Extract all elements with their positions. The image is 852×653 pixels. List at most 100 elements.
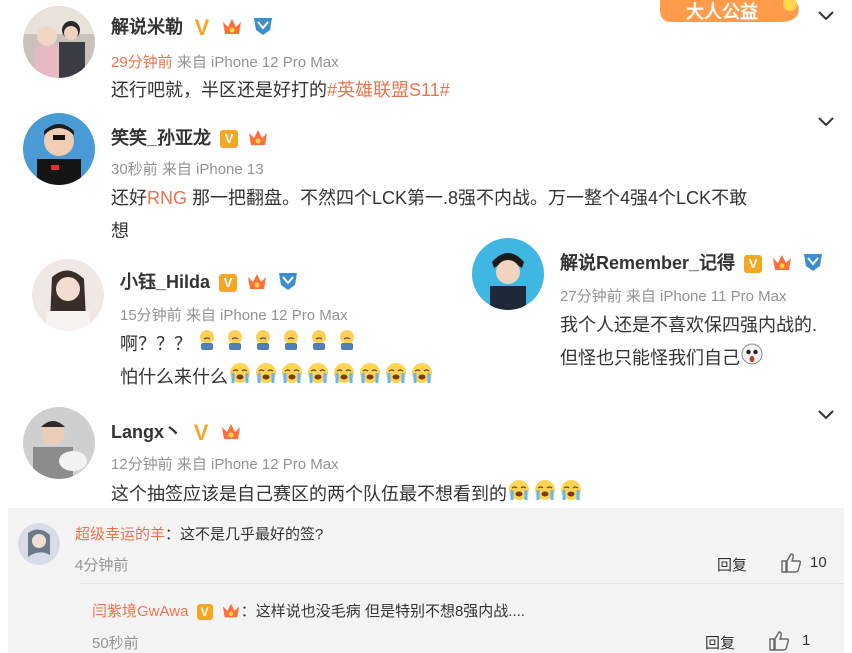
chevron-down-icon[interactable] [816, 405, 836, 425]
like-count: 10 [810, 554, 827, 571]
reply-author-link[interactable]: 超级幸运的羊 [75, 526, 165, 543]
avatar-image [23, 407, 95, 479]
team-highlight: RNG [147, 188, 187, 208]
crying-emoji-icon [228, 361, 252, 395]
comment-time: 29分钟前 [111, 54, 173, 71]
comment-author[interactable]: Langx丶 V [111, 418, 242, 446]
avatar[interactable] [23, 6, 95, 78]
reply-text: 这样说也没毛病 但是特别不想8强内战.... [255, 603, 525, 620]
reply-time: 50秒前 [92, 635, 139, 652]
crown-icon [771, 252, 793, 277]
avatar[interactable] [32, 259, 104, 331]
sad-emoji-icon [281, 329, 307, 361]
avatar[interactable] [23, 407, 95, 479]
chevron-down-icon[interactable] [816, 6, 836, 26]
crown-icon [220, 421, 242, 446]
crown-icon [221, 16, 243, 41]
reply-separator: ： [240, 603, 256, 620]
comment-source: 来自 iPhone 12 Pro Max [176, 54, 339, 71]
comment-text: 啊？？？ [120, 328, 365, 361]
sad-emoji-icon [225, 329, 251, 361]
v-icon: V [194, 15, 210, 41]
v-icon: V [196, 604, 213, 621]
comment-author[interactable]: 笑笑_孙亚龙 V [111, 124, 269, 152]
comment-meta: 29分钟前 来自 iPhone 12 Pro Max [111, 51, 339, 72]
comment-text: 还行吧就，半区还是好打的#英雄联盟S11# [111, 74, 450, 106]
reply-author-link[interactable]: 闫紫境GwAwa [92, 603, 188, 620]
topic-tag-link[interactable]: #英雄联盟S11# [327, 80, 450, 100]
avatar-image [32, 259, 104, 331]
avatar-image [23, 6, 95, 78]
comment-source: 来自 iPhone 12 Pro Max [185, 307, 348, 324]
crying-emoji-icon [384, 361, 408, 395]
comment-text: 怕什么来什么 [120, 361, 436, 395]
comment-time: 30秒前 [111, 161, 158, 178]
avatar-image [23, 113, 95, 185]
author-name: 笑笑_孙亚龙 [111, 128, 212, 148]
avatar-image [472, 238, 544, 310]
comment-meta: 15分钟前 来自 iPhone 12 Pro Max [120, 304, 348, 325]
v-icon: V [193, 420, 209, 446]
thumbs-up-icon[interactable] [780, 552, 802, 574]
sad-emoji-icon [197, 329, 223, 361]
crown-icon [247, 127, 269, 152]
reply-button[interactable]: 回复 [705, 632, 735, 653]
shocked-emoji-icon [740, 342, 764, 376]
reply-button[interactable]: 回复 [717, 554, 747, 575]
author-name: 解说Remember_记得 [560, 253, 736, 273]
comment-source: 来自 iPhone 11 Pro Max [625, 288, 787, 305]
lol-icon [252, 16, 274, 41]
comment-text-line2: 怕什么来什么 [120, 367, 228, 387]
comment-time: 15分钟前 [120, 307, 182, 324]
crown-icon [246, 271, 268, 296]
comment-text-line1: 我个人还是不喜欢保四强内战的. [560, 315, 817, 335]
author-name: Langx丶 [111, 422, 183, 442]
avatar[interactable] [18, 523, 60, 565]
comment-text-line1: 啊？？？ [120, 334, 192, 354]
lol-icon [802, 252, 824, 277]
chevron-down-icon[interactable] [816, 112, 836, 132]
like-count: 1 [802, 632, 811, 649]
comment-text: 还好RNG 那一把翻盘。不然四个LCK第一.8强不内战。万一整个4强4个LCK不… [111, 182, 747, 214]
avatar-image [18, 523, 60, 565]
crown-icon [221, 601, 241, 623]
v-icon: V [219, 274, 238, 293]
comment-author[interactable]: 解说米勒 V [111, 13, 274, 41]
comment-meta: 30秒前 来自 iPhone 13 [111, 158, 264, 179]
avatar[interactable] [472, 238, 544, 310]
promo-banner[interactable]: 大人公益 [660, 0, 802, 22]
crying-emoji-icon [306, 361, 330, 395]
comment-meta: 12分钟前 来自 iPhone 12 Pro Max [111, 453, 339, 474]
reply-separator: ： [165, 526, 181, 543]
comment-source: 来自 iPhone 13 [161, 161, 264, 178]
comment-text-part: 还好 [111, 188, 147, 208]
reply-row: 闫紫境GwAwa V ：这样说也没毛病 但是特别不想8强内战.... [92, 600, 525, 623]
comment-source: 来自 iPhone 12 Pro Max [176, 456, 339, 473]
crying-emoji-icon [280, 361, 304, 395]
comment-author[interactable]: 小钰_Hilda V [120, 268, 299, 296]
avatar[interactable] [23, 113, 95, 185]
crying-emoji-icon [410, 361, 434, 395]
comment-meta: 27分钟前 来自 iPhone 11 Pro Max [560, 285, 787, 306]
comment-text: 但怪也只能怪我们自己 [560, 342, 766, 376]
comment-author[interactable]: 解说Remember_记得 V [560, 249, 824, 277]
promo-banner-label: 大人公益 [686, 2, 758, 22]
divider [80, 583, 844, 584]
reply-text: 这不是几乎最好的签? [180, 526, 324, 543]
sad-emoji-icon [337, 329, 363, 361]
comment-text-line2: 但怪也只能怪我们自己 [560, 348, 740, 368]
v-icon: V [744, 255, 763, 274]
v-icon: V [220, 130, 239, 149]
comment-text-part: 那一把翻盘。不然四个LCK第一.8强不内战。万一整个4强4个LCK不敢 [187, 188, 748, 208]
author-name: 小钰_Hilda [120, 272, 211, 292]
author-name: 解说米勒 [111, 17, 183, 37]
reply-time: 4分钟前 [75, 557, 129, 574]
thumbs-up-icon[interactable] [768, 630, 790, 652]
crying-emoji-icon [254, 361, 278, 395]
crying-emoji-icon [358, 361, 382, 395]
comment-time: 27分钟前 [560, 288, 622, 305]
lol-icon [277, 271, 299, 296]
comment-text-body: 这个抽签应该是自己赛区的两个队伍最不想看到的 [111, 484, 507, 504]
reply-row: 超级幸运的羊：这不是几乎最好的签? [75, 523, 323, 544]
comment-text-plain: 还行吧就，半区还是好打的 [111, 80, 327, 100]
